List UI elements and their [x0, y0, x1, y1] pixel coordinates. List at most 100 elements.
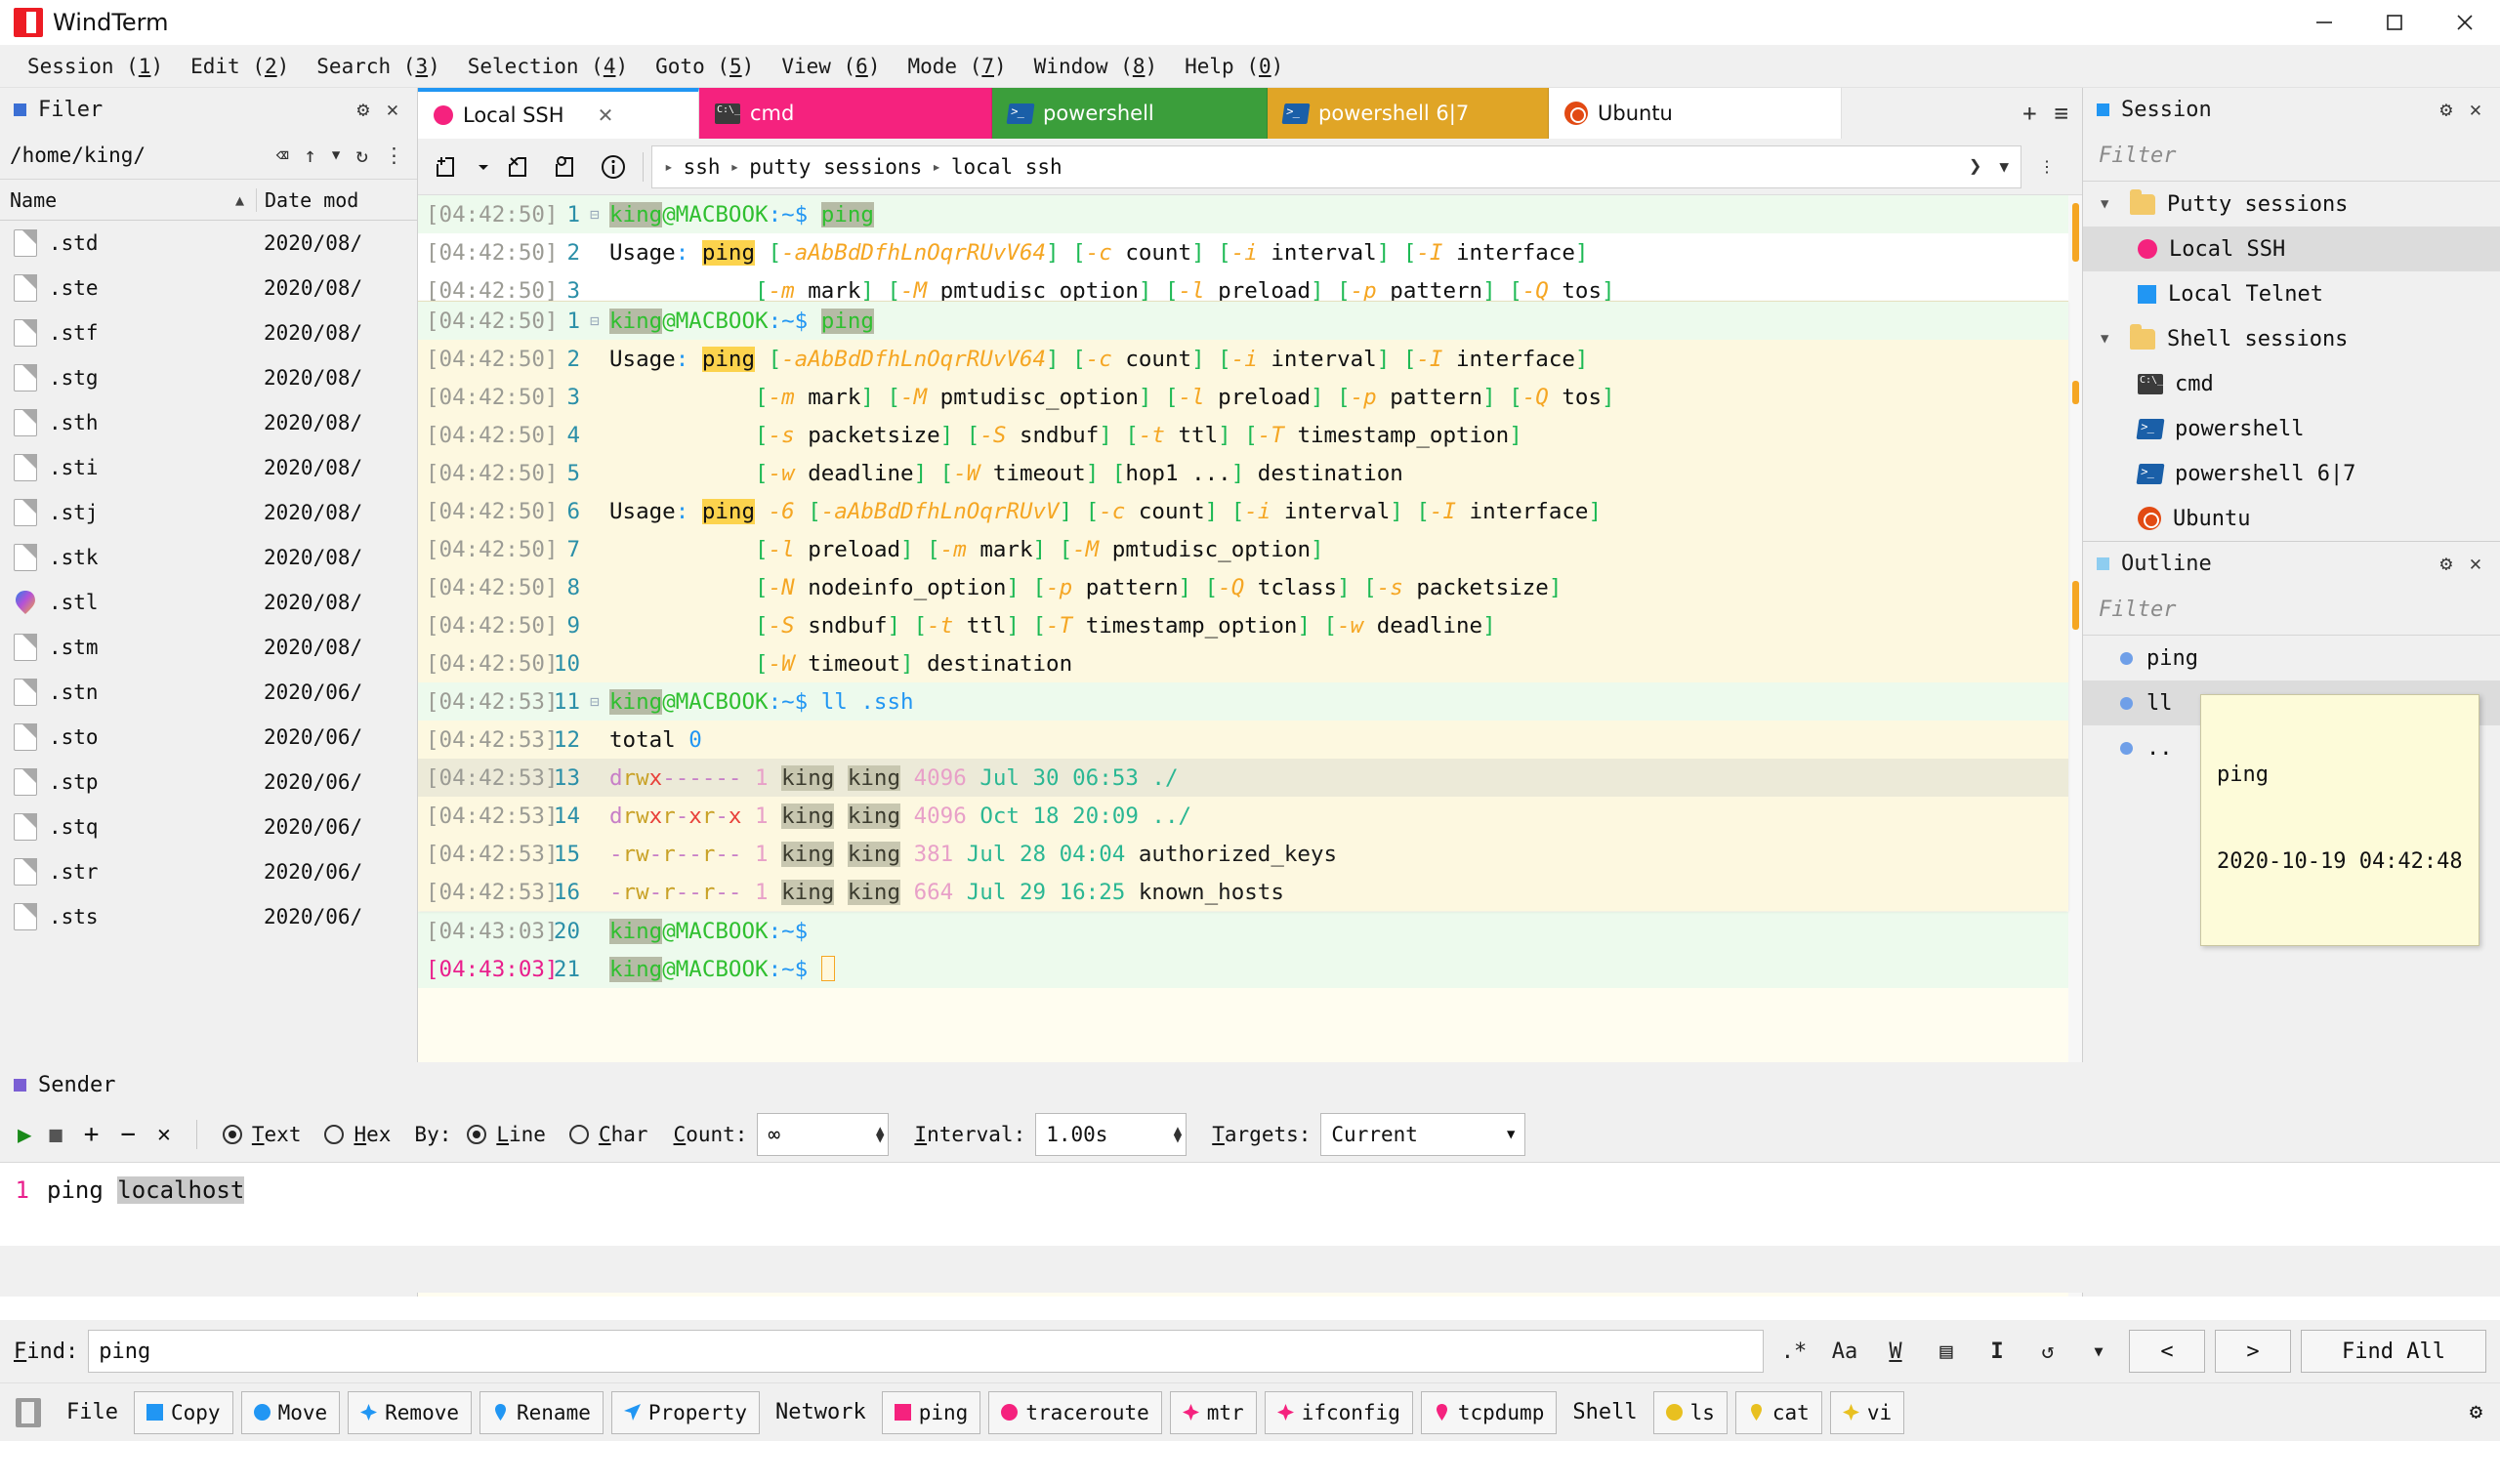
minimize-button[interactable] [2289, 0, 2359, 45]
sender-stop-icon[interactable]: ■ [49, 1123, 62, 1147]
sender-add-icon[interactable]: + [84, 1120, 100, 1149]
outline-close-icon[interactable]: ✕ [2461, 552, 2490, 575]
session-settings-gear-icon[interactable]: ⚙ [2432, 98, 2461, 121]
find-next-button[interactable]: > [2215, 1330, 2291, 1373]
chevron-down-icon[interactable]: ▼ [2101, 196, 2118, 212]
filer-refresh-icon[interactable]: ↻ [351, 144, 373, 167]
quickbar-button-ping[interactable]: ping [881, 1390, 981, 1434]
quickbar-button-ifconfig[interactable]: ifconfig [1264, 1390, 1413, 1434]
terminal-line[interactable]: [04:42:50] 5 [-w deadline] [-W timeout] [… [418, 454, 2068, 492]
terminal-line[interactable]: [04:42:50] 4 [-s packetsize] [-S sndbuf] … [418, 416, 2068, 454]
terminal-line[interactable]: [04:42:53] 12 total 0 [418, 721, 2068, 759]
in-selection-icon[interactable]: ▤ [1926, 1330, 1967, 1373]
filer-history-chevron-icon[interactable]: ▼ [327, 147, 345, 163]
find-all-button[interactable]: Find All [2301, 1330, 2486, 1373]
toolbar-more-icon[interactable]: ⋮ [2025, 145, 2068, 188]
cursor-icon[interactable]: I [1977, 1330, 2018, 1373]
sender-by-line-radio[interactable] [467, 1125, 487, 1144]
filer-row[interactable]: .stq 2020/06/ [0, 804, 417, 849]
filer-more-icon[interactable]: ⋮ [379, 144, 409, 167]
session-tree-item-powershell-6-7[interactable]: powershell 6|7 [2083, 451, 2500, 496]
fold-toggle-icon[interactable]: ⊟ [580, 205, 609, 224]
filer-row[interactable]: .sto 2020/06/ [0, 715, 417, 760]
menu-session[interactable]: Session (1) [14, 51, 177, 82]
sender-count-arrows[interactable]: ▲ ▼ [876, 1123, 884, 1145]
sender-interval-stepper[interactable]: 1.00s ▲ ▼ [1035, 1113, 1188, 1156]
terminal-line[interactable]: [04:42:53] 14 drwxr-xr-x 1 king king 4096 … [418, 797, 2068, 835]
filer-row[interactable]: .stp 2020/06/ [0, 760, 417, 804]
terminal-line[interactable]: [04:42:50] 7 [-l preload] [-m mark] [-M p… [418, 530, 2068, 568]
sender-mode-text-radio[interactable] [222, 1125, 242, 1144]
quickbar-button-copy[interactable]: Copy [133, 1390, 233, 1434]
whole-word-icon[interactable]: W [1875, 1330, 1916, 1373]
terminal-line[interactable]: [04:42:50] 3 [-m mark] [-M pmtudisc_optio… [418, 378, 2068, 416]
session-tree-item-cmd[interactable]: cmd [2083, 361, 2500, 406]
chevron-down-icon[interactable]: ▼ [2101, 331, 2118, 347]
sender-count-stepper[interactable]: ∞ ▲ ▼ [757, 1113, 890, 1156]
menu-search[interactable]: Search (3) [303, 51, 453, 82]
quickbar-button-traceroute[interactable]: traceroute [988, 1390, 1162, 1434]
filer-column-name[interactable]: Name ▲ [0, 188, 256, 212]
filer-column-date[interactable]: Date mod [256, 187, 417, 212]
session-close-icon[interactable]: ✕ [2461, 98, 2490, 121]
breadcrumb-item[interactable]: local ssh [951, 155, 1062, 179]
filer-row[interactable]: .str 2020/06/ [0, 849, 417, 894]
terminal-line[interactable]: [04:42:53] 11 ⊟ king@MACBOOK:~$ ll .ssh [418, 682, 2068, 721]
fold-toggle-icon[interactable]: ⊟ [580, 692, 609, 711]
tab-ubuntu[interactable]: Ubuntu [1549, 88, 1842, 139]
session-tree-item-shell-sessions[interactable]: ▼ Shell sessions [2083, 316, 2500, 361]
reconnect-session-icon[interactable] [545, 145, 588, 188]
quickbar-button-vi[interactable]: vi [1829, 1390, 1905, 1434]
filer-path-bar[interactable]: /home/king/ ⌫ ↑ ▼ ↻ ⋮ [0, 131, 417, 180]
terminal-line[interactable]: [04:42:50] 10 [-W timeout] destination [418, 644, 2068, 682]
filer-row[interactable]: .stn 2020/06/ [0, 670, 417, 715]
outline-settings-gear-icon[interactable]: ⚙ [2432, 552, 2461, 575]
terminal-line[interactable]: [04:42:50] 1 ⊟ king@MACBOOK:~$ ping [418, 302, 2068, 340]
terminal-line[interactable]: [04:42:50] 2 Usage: ping [-aAbBdDfhLnOqrRU… [418, 340, 2068, 378]
menu-goto[interactable]: Goto (5) [642, 51, 768, 82]
sender-interval-arrows[interactable]: ▲ ▼ [1174, 1123, 1182, 1145]
quickbar-button-ls[interactable]: ls [1652, 1390, 1728, 1434]
menu-mode[interactable]: Mode (7) [894, 51, 1020, 82]
regex-icon[interactable]: .* [1773, 1330, 1814, 1373]
filer-row[interactable]: .stk 2020/08/ [0, 535, 417, 580]
terminal-line[interactable]: [04:42:53] 16 -rw-r--r-- 1 king king 664 J… [418, 873, 2068, 911]
match-case-icon[interactable]: Aa [1824, 1330, 1865, 1373]
menu-edit[interactable]: Edit (2) [177, 51, 303, 82]
find-previous-button[interactable]: < [2129, 1330, 2205, 1373]
breadcrumb-item[interactable]: ssh [684, 155, 721, 179]
breadcrumb-expand-icon[interactable]: ❯ [1969, 154, 1981, 179]
quickbar-button-tcpdump[interactable]: tcpdump [1420, 1390, 1558, 1434]
filer-row[interactable]: .stl 2020/08/ [0, 580, 417, 625]
info-icon[interactable] [592, 145, 635, 188]
terminal-line[interactable]: [04:42:50] 8 [-N nodeinfo_option] [-p pat… [418, 568, 2068, 606]
quickbar-settings-gear-icon[interactable]: ⚙ [2462, 1400, 2490, 1424]
fold-toggle-icon[interactable]: ⊟ [580, 311, 609, 330]
sender-by-char-radio[interactable] [568, 1125, 589, 1144]
filer-row[interactable]: .stf 2020/08/ [0, 310, 417, 355]
quickbar-button-move[interactable]: Move [240, 1390, 341, 1434]
filer-close-icon[interactable]: ✕ [378, 98, 407, 121]
session-tree-item-putty-sessions[interactable]: ▼ Putty sessions [2083, 182, 2500, 227]
session-filter-input[interactable]: Filter [2083, 131, 2500, 182]
quickbar-button-rename[interactable]: Rename [479, 1390, 604, 1434]
scroll-thumb-1[interactable] [2072, 203, 2079, 262]
sender-remove-icon[interactable]: − [120, 1120, 136, 1149]
terminal-line[interactable]: [04:42:53] 13 drwx------ 1 king king 4096 … [418, 759, 2068, 797]
filer-row[interactable]: .sti 2020/08/ [0, 445, 417, 490]
filer-row[interactable]: .sth 2020/08/ [0, 400, 417, 445]
terminal-command-block[interactable]: [04:42:50] 1 ⊟ king@MACBOOK:~$ ping [04:42:5… [418, 301, 2068, 911]
session-tree[interactable]: ▼ Putty sessions Local SSH Local Telnet ▼ She… [2083, 182, 2500, 541]
filer-settings-gear-icon[interactable]: ⚙ [349, 98, 378, 121]
terminal-line[interactable]: [04:42:50] 9 [-S sndbuf] [-t ttl] [-T tim… [418, 606, 2068, 644]
filer-row[interactable]: .sts 2020/06/ [0, 894, 417, 939]
sender-targets-select[interactable]: Current ▼ [1320, 1113, 1526, 1156]
new-tab-icon[interactable]: + [2022, 100, 2036, 127]
breadcrumb-item[interactable]: putty sessions [749, 155, 922, 179]
filer-row[interactable]: .stj 2020/08/ [0, 490, 417, 535]
quickbar-button-property[interactable]: Property [610, 1390, 761, 1434]
menu-selection[interactable]: Selection (4) [454, 51, 642, 82]
close-session-icon[interactable] [498, 145, 541, 188]
breadcrumb[interactable]: ▸ ssh ▸ putty sessions ▸ local ssh ❯ ▼ [651, 144, 2021, 188]
close-button[interactable] [2430, 0, 2500, 45]
